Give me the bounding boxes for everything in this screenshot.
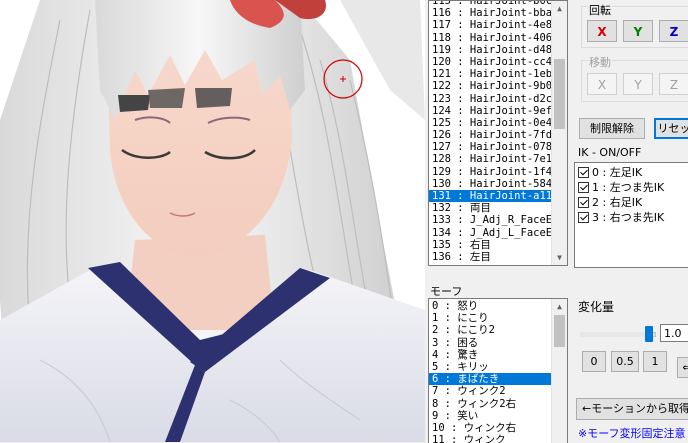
scroll-thumb[interactable]	[554, 59, 565, 129]
bone-list-item[interactable]: 136 : 左目	[429, 251, 551, 263]
morph-list-item[interactable]: 9 : 笑い	[429, 410, 551, 422]
morph-fix-note: ※モーフ変形固定注意	[578, 427, 686, 440]
morph-list-item[interactable]: 5 : キリッ	[429, 361, 551, 373]
morph-list-item[interactable]: 8 : ウィンク2右	[429, 398, 551, 410]
bone-list-item[interactable]: 129 : HairJoint-1f46e3	[429, 166, 551, 178]
morph-list-item[interactable]: 6 : まばたき	[429, 373, 551, 386]
rotate-x-button[interactable]: X	[587, 20, 617, 42]
bone-list[interactable]: 115 : HairJoint-b0c6c9116 : HairJoint-bb…	[428, 0, 568, 266]
morph-list-item[interactable]: 1 : にこり	[429, 312, 551, 324]
scroll-up-icon[interactable]: ▲	[552, 299, 567, 314]
preset-0-button[interactable]: 0	[582, 351, 606, 372]
ik-checkbox[interactable]	[578, 167, 589, 178]
ik-list-item[interactable]: 0 : 左足IK	[578, 165, 688, 180]
change-amount-label: 変化量	[578, 300, 615, 314]
extra-arrow-button[interactable]: ⇐	[677, 357, 688, 378]
morph-list-item[interactable]: 4 : 驚き	[429, 349, 551, 361]
morph-list-item[interactable]: 7 : ウィンク2	[429, 385, 551, 397]
move-label: 移動	[588, 54, 612, 70]
ik-item-label: 0 : 左足IK	[592, 166, 643, 179]
bone-list-item[interactable]: 130 : HairJoint-584096	[429, 178, 551, 190]
preset-1-button[interactable]: 1	[643, 351, 667, 372]
ik-item-label: 3 : 右つま先IK	[592, 211, 665, 224]
change-amount-value-input[interactable]	[660, 324, 688, 342]
morph-list-item[interactable]: 2 : にこり2	[429, 324, 551, 336]
morph-list-item[interactable]: 10 : ウィンク右	[429, 422, 551, 434]
preset-0.5-button[interactable]: 0.5	[611, 351, 639, 372]
ik-header: IK - ON/OFF	[578, 146, 642, 159]
scroll-down-icon[interactable]: ▼	[552, 250, 567, 265]
bone-list-item[interactable]: 117 : HairJoint-4e8572	[429, 19, 551, 31]
ik-item-label: 2 : 右足IK	[592, 196, 643, 209]
ik-item-label: 1 : 左つま先IK	[592, 181, 665, 194]
morph-list-item[interactable]: 0 : 怒り	[429, 300, 551, 312]
morph-list-scrollbar[interactable]: ▲	[551, 299, 567, 443]
character-render	[0, 0, 425, 442]
scroll-thumb[interactable]	[554, 315, 565, 347]
rotate-z-button[interactable]: Z	[659, 20, 688, 42]
3d-viewport[interactable]	[0, 0, 425, 442]
morph-list-item[interactable]: 3 : 困る	[429, 337, 551, 349]
move-y-button[interactable]: Y	[623, 73, 653, 95]
reset-button[interactable]: リセッ	[654, 118, 688, 139]
bone-list-item[interactable]: 128 : HairJoint-7e1f29	[429, 153, 551, 165]
slider-thumb[interactable]	[645, 326, 653, 342]
morph-label: モーフ	[430, 285, 463, 298]
ik-list-item[interactable]: 1 : 左つま先IK	[578, 180, 688, 195]
bone-list-item[interactable]: 115 : HairJoint-b0c6c9	[429, 1, 551, 7]
bone-list-scrollbar[interactable]: ▲ ▼	[551, 1, 567, 265]
bone-list-item[interactable]: 122 : HairJoint-9b04a3	[429, 80, 551, 92]
bone-list-item[interactable]: 133 : J_Adj_R_FaceEyeS	[429, 214, 551, 226]
rotate-y-button[interactable]: Y	[623, 20, 653, 42]
bone-list-item[interactable]: 118 : HairJoint-406cf9	[429, 32, 551, 44]
scroll-up-icon[interactable]: ▲	[552, 1, 567, 16]
release-limit-button[interactable]: 制限解除	[579, 118, 645, 139]
ik-checkbox[interactable]	[578, 197, 589, 208]
ik-checkbox[interactable]	[578, 212, 589, 223]
ik-list-item[interactable]: 3 : 右つま先IK	[578, 210, 688, 225]
bone-list-item[interactable]: 134 : J_Adj_L_FaceEyeS	[429, 227, 551, 239]
change-amount-slider[interactable]	[580, 324, 656, 344]
bone-list-item[interactable]: 120 : HairJoint-cc43b3	[429, 56, 551, 68]
rotation-label: 回転	[588, 2, 612, 18]
bone-list-item[interactable]: 119 : HairJoint-d4871d	[429, 44, 551, 56]
ik-list-item[interactable]: 2 : 右足IK	[578, 195, 688, 210]
move-x-button[interactable]: X	[587, 73, 617, 95]
bone-list-item[interactable]: 132 : 両目	[429, 202, 551, 214]
bone-list-item[interactable]: 124 : HairJoint-9ef713	[429, 105, 551, 117]
bone-list-item[interactable]: 126 : HairJoint-7fda2a	[429, 129, 551, 141]
ik-checkbox[interactable]	[578, 182, 589, 193]
bone-list-item[interactable]: 116 : HairJoint-bba981	[429, 7, 551, 19]
get-from-motion-button[interactable]: ←モーションから取得	[576, 398, 688, 420]
bone-list-item[interactable]: 123 : HairJoint-d2cb11	[429, 93, 551, 105]
morph-list[interactable]: 0 : 怒り 1 : にこり 2 : にこり2 3 : 困る 4 : 驚き 5 : キリッ…	[428, 298, 568, 443]
bone-list-item[interactable]: 121 : HairJoint-1eb7cc	[429, 68, 551, 80]
left-arrow-icon: ⇐	[682, 361, 688, 374]
ik-list[interactable]: 0 : 左足IK 1 : 左つま先IK 2 : 右足IK 3 : 右つま先IK	[574, 162, 688, 268]
bone-list-item[interactable]: 135 : 右目	[429, 239, 551, 251]
bone-list-item[interactable]: 131 : HairJoint-a11952	[429, 190, 551, 203]
move-z-button[interactable]: Z	[659, 73, 688, 95]
bone-list-item[interactable]: 127 : HairJoint-07827e	[429, 141, 551, 153]
bone-list-item[interactable]: 125 : HairJoint-0e4a95	[429, 117, 551, 129]
